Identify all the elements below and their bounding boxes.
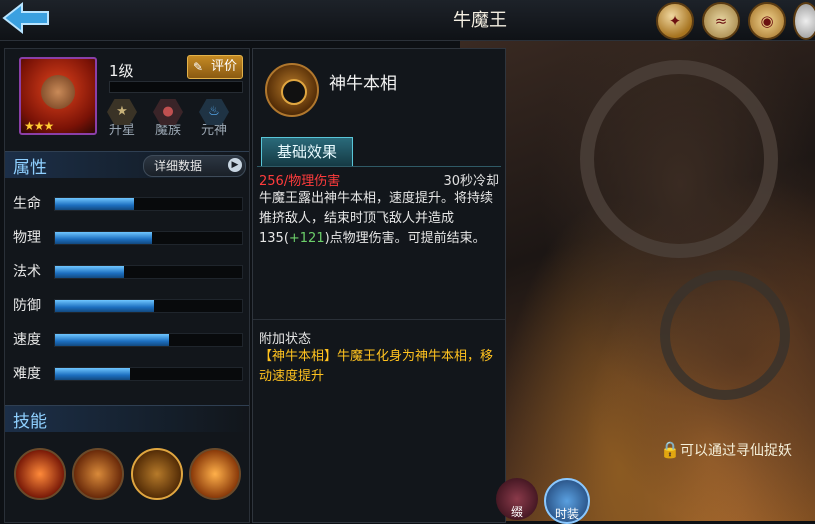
- stat-track: [54, 367, 243, 381]
- stat-name: 难度: [13, 366, 41, 382]
- divider: [253, 319, 505, 320]
- stat-track: [54, 197, 243, 211]
- skill-desc-part2: )点物理伤害。可提前结束。: [324, 231, 486, 246]
- attributes-header: 属性 详细数据 ▶: [5, 151, 249, 178]
- page-title: 牛魔王: [453, 10, 507, 31]
- hero-stars: ★★★: [24, 119, 54, 133]
- skill-2-icon[interactable]: [72, 448, 124, 500]
- star-upgrade-button[interactable]: ★ 升星: [104, 99, 140, 138]
- ornament-button[interactable]: 缀: [496, 478, 538, 520]
- stat-track: [54, 333, 243, 347]
- stat-fill: [55, 232, 153, 244]
- unlock-hint-text: 可以通过寻仙捉妖: [680, 443, 792, 459]
- hero-face: [41, 75, 75, 109]
- skill-desc-bonus: +121: [288, 231, 325, 246]
- skill-damage: 256/物理伤害: [259, 174, 341, 189]
- stat-fill: [55, 368, 130, 380]
- skill-description: 牛魔王露出神牛本相，速度提升。将持续推挤敌人，结束时顶飞敌人并造成135(+12…: [259, 189, 501, 249]
- stat-row-speed: 速度: [13, 329, 245, 349]
- stat-row-defense: 防御: [13, 295, 245, 315]
- stat-track: [54, 265, 243, 279]
- scroll-icon[interactable]: ≈: [702, 2, 740, 40]
- tab-underline: [257, 166, 501, 167]
- stat-row-physical: 物理: [13, 227, 245, 247]
- stat-row-hp: 生命: [13, 193, 245, 213]
- ornament-label: 缀: [510, 505, 523, 519]
- costume-button[interactable]: 时装: [544, 478, 590, 524]
- stat-row-magic: 法术: [13, 261, 245, 281]
- skill-cooldown: 30秒冷却: [443, 174, 499, 189]
- extra-status-desc: 【神牛本相】牛魔王化身为神牛本相，移动速度提升: [259, 349, 494, 384]
- hero-portrait: ★★★: [19, 57, 97, 135]
- mask-icon[interactable]: [793, 2, 815, 40]
- unlock-hint: 🔒可以通过寻仙捉妖: [660, 440, 792, 460]
- stat-track: [54, 231, 243, 245]
- stat-row-difficulty: 难度: [13, 363, 245, 383]
- tab-basic-effect[interactable]: 基础效果: [261, 137, 353, 167]
- stat-track: [54, 299, 243, 313]
- skill-1-icon[interactable]: [14, 448, 66, 500]
- stat-name: 防御: [13, 298, 41, 314]
- stat-fill: [55, 266, 125, 278]
- extra-status-title: 附加状态: [259, 332, 312, 347]
- attributes-title: 属性: [13, 158, 47, 178]
- hero-level: 1级: [109, 62, 134, 80]
- costume-label: 时装: [554, 507, 579, 521]
- stat-fill: [55, 334, 170, 346]
- skills-header: 技能: [5, 405, 249, 432]
- bull-skill-icon: [265, 63, 319, 117]
- stat-name: 法术: [13, 264, 41, 280]
- stat-name: 生命: [13, 196, 41, 212]
- level-progress-bar: [109, 81, 243, 93]
- edit-icon: ✎: [193, 60, 204, 74]
- skill-4-icon[interactable]: [189, 448, 241, 500]
- skill-name: 神牛本相: [329, 74, 397, 94]
- rate-button-label: 评价: [210, 59, 237, 74]
- coin-icon[interactable]: ◉: [748, 2, 786, 40]
- detail-data-button[interactable]: 详细数据 ▶: [143, 155, 246, 177]
- stat-fill: [55, 198, 134, 210]
- rate-button[interactable]: ✎ 评价: [187, 55, 243, 79]
- back-arrow-icon[interactable]: [0, 0, 52, 36]
- compass-icon[interactable]: ✦: [656, 2, 694, 40]
- skills-title: 技能: [13, 412, 47, 432]
- chevron-right-icon: ▶: [228, 158, 242, 172]
- lock-icon: 🔒: [660, 440, 680, 459]
- skill-detail-panel: 神牛本相 基础效果 256/物理伤害 30秒冷却 牛魔王露出神牛本相，速度提升。…: [252, 48, 506, 523]
- skill-3-icon[interactable]: [131, 448, 183, 500]
- stat-name: 速度: [13, 332, 41, 348]
- detail-data-label: 详细数据: [154, 159, 203, 173]
- top-bar: 牛魔王 ✦ ≈ ◉: [0, 0, 815, 41]
- stat-name: 物理: [13, 230, 41, 246]
- stat-fill: [55, 300, 155, 312]
- demon-button[interactable]: ● 魔族: [150, 99, 186, 138]
- spirit-button[interactable]: ♨ 元神: [196, 99, 232, 138]
